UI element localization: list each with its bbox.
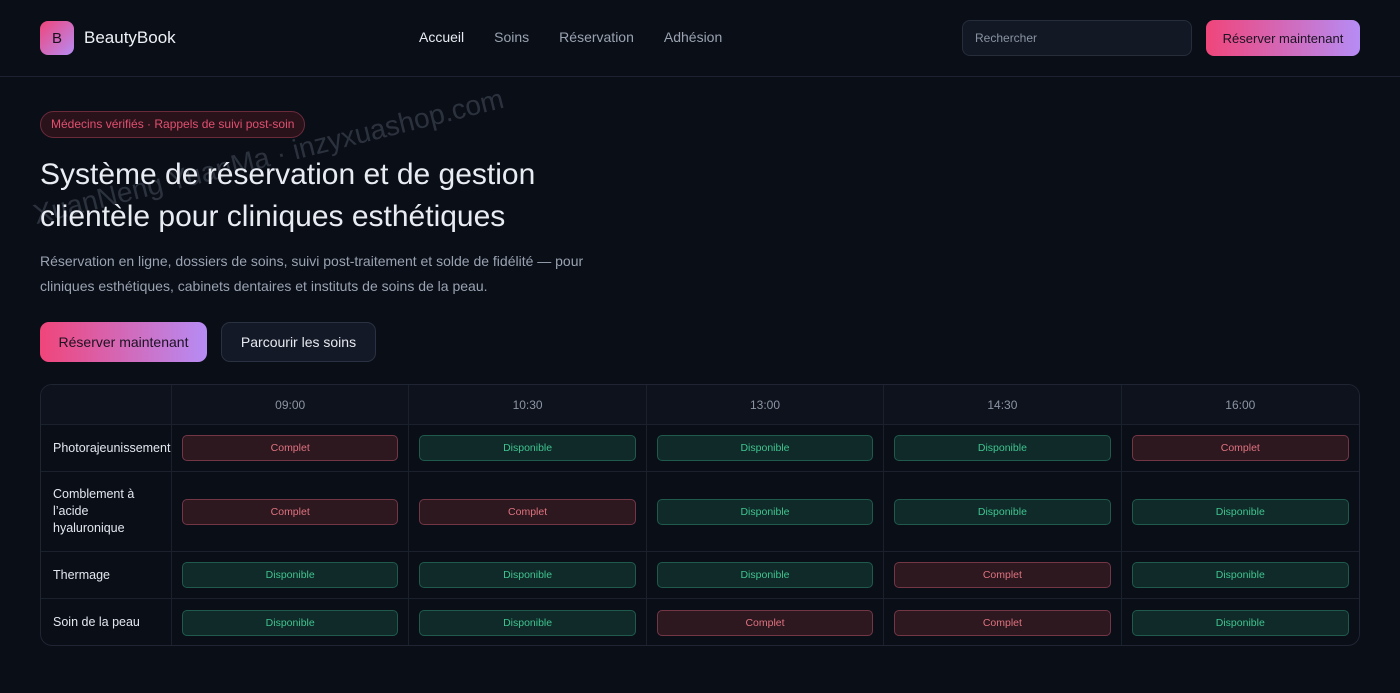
slot-full-button[interactable]: Complet xyxy=(182,435,399,461)
nav-item-soins[interactable]: Soins xyxy=(494,29,529,45)
slot-available-button[interactable]: Disponible xyxy=(419,435,636,461)
trust-badge: Médecins vérifiés · Rappels de suivi pos… xyxy=(40,111,306,138)
browse-treatments-button[interactable]: Parcourir les soins xyxy=(221,322,376,362)
slot-cell: Disponible xyxy=(884,425,1122,472)
slot-full-button[interactable]: Complet xyxy=(894,562,1111,588)
main-nav: Accueil Soins Réservation Adhésion xyxy=(419,29,722,45)
slot-cell: Disponible xyxy=(646,425,885,472)
slot-full-button[interactable]: Complet xyxy=(894,609,1111,636)
slot-cell: Disponible xyxy=(884,472,1122,552)
slot-available-button[interactable]: Disponible xyxy=(1131,609,1349,636)
treatment-row-label: Comblement à l’acide hyaluronique xyxy=(41,472,172,552)
slot-available-button[interactable]: Disponible xyxy=(1131,562,1349,588)
slot-cell: Complet xyxy=(172,425,410,472)
slot-cell: Complet xyxy=(1121,425,1359,472)
nav-item-adhesion[interactable]: Adhésion xyxy=(664,29,722,45)
slot-cell: Complet xyxy=(647,599,885,645)
brand-logo-icon: B xyxy=(40,21,74,55)
slot-available-button[interactable]: Disponible xyxy=(656,562,874,588)
slot-cell: Complet xyxy=(172,472,410,552)
slot-cell: Disponible xyxy=(1121,472,1359,552)
slot-available-button[interactable]: Disponible xyxy=(894,498,1111,525)
slot-available-button[interactable]: Disponible xyxy=(182,609,399,636)
slot-cell: Disponible xyxy=(172,599,410,645)
search-input[interactable] xyxy=(962,20,1192,56)
slot-cell: Complet xyxy=(884,599,1122,645)
top-header: B BeautyBook Accueil Soins Réservation A… xyxy=(0,0,1400,77)
time-column-header: 14:30 xyxy=(884,385,1122,425)
availability-table: 09:00 10:30 13:00 14:30 16:00 Photorajeunisse… xyxy=(40,384,1360,646)
slot-cell: Disponible xyxy=(1121,552,1359,599)
slot-cell: Complet xyxy=(409,472,647,552)
time-column-header: 13:00 xyxy=(646,385,885,425)
slot-available-button[interactable]: Disponible xyxy=(656,498,874,525)
hero-description-line-1: Réservation en ligne, dossiers de soins,… xyxy=(40,253,584,269)
treatment-row-label: Soin de la peau xyxy=(41,599,172,645)
slot-full-button[interactable]: Complet xyxy=(656,609,874,636)
slot-cell: Disponible xyxy=(646,552,885,599)
slot-cell: Disponible xyxy=(646,472,885,552)
slot-cell: Disponible xyxy=(409,552,647,599)
time-column-header: 16:00 xyxy=(1121,385,1359,425)
nav-item-reservation[interactable]: Réservation xyxy=(559,29,634,45)
slot-available-button[interactable]: Disponible xyxy=(894,435,1111,461)
page-title: Système de réservation et de gestion cli… xyxy=(40,154,660,238)
slot-available-button[interactable]: Disponible xyxy=(419,609,636,636)
brand-name: BeautyBook xyxy=(84,28,176,47)
slot-available-button[interactable]: Disponible xyxy=(656,435,874,461)
treatment-row-label: Thermage xyxy=(41,552,172,599)
treatment-row-label: Photorajeunissement xyxy=(41,425,172,472)
brand[interactable]: B BeautyBook xyxy=(40,21,176,55)
slot-cell: Disponible xyxy=(1122,599,1359,645)
slot-cell: Disponible xyxy=(409,599,647,645)
slot-available-button[interactable]: Disponible xyxy=(419,562,636,588)
page-title-line-1: Système de réservation et de gestion xyxy=(40,158,536,191)
slot-available-button[interactable]: Disponible xyxy=(1131,498,1349,525)
slot-cell: Complet xyxy=(884,552,1122,599)
time-column-header: 09:00 xyxy=(172,385,410,425)
hero-description-line-2: cliniques esthétiques, cabinets dentaire… xyxy=(40,278,488,294)
slot-full-button[interactable]: Complet xyxy=(182,498,399,525)
slot-available-button[interactable]: Disponible xyxy=(182,562,399,588)
slot-cell: Disponible xyxy=(172,552,410,599)
hero-description: Réservation en ligne, dossiers de soins,… xyxy=(40,249,640,299)
time-column-header: 10:30 xyxy=(409,385,647,425)
slot-cell: Disponible xyxy=(409,425,647,472)
nav-item-accueil[interactable]: Accueil xyxy=(419,29,464,45)
slot-full-button[interactable]: Complet xyxy=(1131,435,1349,461)
hero-book-button[interactable]: Réserver maintenant xyxy=(40,322,207,362)
page-title-line-2: clientèle pour cliniques esthétiques xyxy=(40,200,506,233)
slot-full-button[interactable]: Complet xyxy=(419,498,636,525)
table-corner xyxy=(41,385,172,425)
header-book-button[interactable]: Réserver maintenant xyxy=(1206,20,1360,56)
